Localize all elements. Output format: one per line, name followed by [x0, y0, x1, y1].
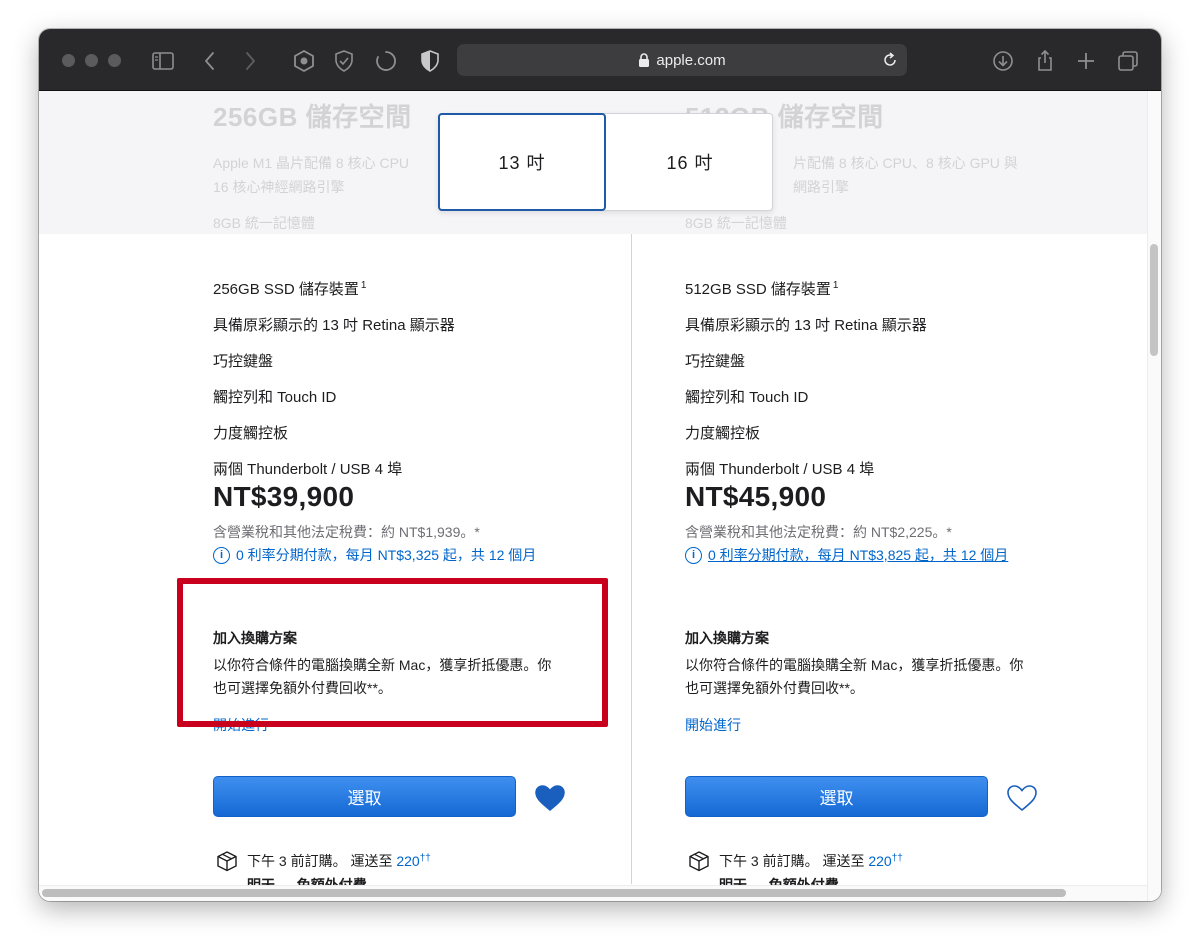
spec-storage: 256GB SSD 儲存裝置 1	[213, 280, 367, 298]
installment-text: 0 利率分期付款，每月 NT$3,825 起，共 12 個月	[708, 547, 1009, 563]
zip-code-link[interactable]: 220	[396, 853, 419, 869]
vertical-scrollbar-thumb[interactable]	[1150, 244, 1158, 356]
installment-text: 0 利率分期付款，每月 NT$3,325 起，共 12 個月	[236, 547, 537, 563]
url-text: apple.com	[656, 51, 726, 69]
minimize-window-button[interactable]	[85, 54, 98, 67]
spec-ports: 兩個 Thunderbolt / USB 4 埠	[685, 461, 875, 478]
spec-ports: 兩個 Thunderbolt / USB 4 埠	[213, 461, 403, 478]
address-bar[interactable]: apple.com	[457, 44, 907, 76]
reload-icon[interactable]	[881, 51, 899, 69]
spec-storage: 512GB SSD 儲存裝置 1	[685, 280, 839, 298]
sidebar-toggle-icon[interactable]	[151, 49, 175, 73]
browser-toolbar: apple.com	[39, 29, 1161, 91]
page-content: 256GB 儲存空間 Apple M1 晶片配備 8 核心 CPU 16 核心神…	[39, 91, 1161, 901]
size-option-13-inch[interactable]: 13 吋	[438, 113, 606, 211]
favorite-heart-icon[interactable]	[534, 784, 566, 812]
vertical-scrollbar-track[interactable]	[1147, 91, 1161, 901]
zip-code-link[interactable]: 220	[868, 853, 891, 869]
spec-trackpad: 力度觸控板	[685, 425, 761, 442]
downloads-icon[interactable]	[991, 49, 1015, 73]
price: NT$45,900	[685, 481, 827, 512]
share-icon[interactable]	[1033, 49, 1057, 73]
spec-trackpad: 力度觸控板	[213, 425, 289, 442]
lock-icon	[639, 53, 650, 67]
shipping-order-note: 下午 3 前訂購。 運送至 220††	[247, 853, 431, 869]
installment-link[interactable]: i 0 利率分期付款，每月 NT$3,825 起，共 12 個月	[685, 545, 1008, 565]
trade-in-description: 以你符合條件的電腦換購全新 Mac，獲享折抵優惠。你也可選擇免額外付費回收**。	[685, 657, 1024, 696]
zoom-window-button[interactable]	[108, 54, 121, 67]
price: NT$39,900	[213, 481, 355, 512]
back-chevron-icon[interactable]	[198, 49, 222, 73]
trade-in-title: 加入換購方案	[685, 630, 769, 646]
size-toggle: 13 吋 16 吋	[438, 113, 773, 211]
size-option-16-inch[interactable]: 16 吋	[606, 113, 774, 211]
spec-touch-bar: 觸控列和 Touch ID	[213, 389, 337, 406]
spec-touch-bar: 觸控列和 Touch ID	[685, 389, 809, 406]
spec-display: 具備原彩顯示的 13 吋 Retina 顯示器	[685, 317, 927, 334]
spec-keyboard: 巧控鍵盤	[213, 353, 274, 370]
hexagon-extension-icon[interactable]	[292, 49, 316, 73]
tax-note: 含營業稅和其他法定稅費：約 NT$2,225。*	[685, 524, 952, 540]
forward-chevron-icon[interactable]	[238, 49, 262, 73]
tab-overview-icon[interactable]	[1116, 49, 1140, 73]
info-icon: i	[685, 546, 702, 564]
browser-window: apple.com 256GB 儲存空間 Apple M1 晶片配備 8 核心 …	[39, 29, 1161, 901]
installment-link[interactable]: i 0 利率分期付款，每月 NT$3,325 起，共 12 個月	[213, 545, 536, 565]
close-window-button[interactable]	[62, 54, 75, 67]
product-column-512gb: 512GB SSD 儲存裝置 1 具備原彩顯示的 13 吋 Retina 顯示器 …	[685, 91, 1115, 901]
horizontal-scrollbar-thumb[interactable]	[42, 889, 1066, 897]
trade-in-start-link[interactable]: 開始進行	[685, 715, 741, 735]
tax-note: 含營業稅和其他法定稅費：約 NT$1,939。*	[213, 524, 480, 540]
info-icon: i	[213, 546, 230, 564]
product-column-256gb: 256GB SSD 儲存裝置 1 具備原彩顯示的 13 吋 Retina 顯示器 …	[213, 91, 643, 901]
select-button[interactable]: 選取	[213, 776, 516, 817]
shipping-order-note: 下午 3 前訂購。 運送至 220††	[719, 853, 903, 869]
shipping-box-icon	[217, 851, 237, 872]
privacy-shield-icon[interactable]	[418, 49, 442, 73]
trade-in-highlight-box	[177, 578, 608, 727]
favorite-heart-outline-icon[interactable]	[1006, 784, 1038, 812]
shipping-box-icon	[689, 851, 709, 872]
spec-display: 具備原彩顯示的 13 吋 Retina 顯示器	[213, 317, 455, 334]
new-tab-plus-icon[interactable]	[1074, 49, 1098, 73]
select-button[interactable]: 選取	[685, 776, 988, 817]
spec-keyboard: 巧控鍵盤	[685, 353, 746, 370]
loading-spinner-icon	[374, 49, 398, 73]
shield-check-extension-icon[interactable]	[332, 49, 356, 73]
